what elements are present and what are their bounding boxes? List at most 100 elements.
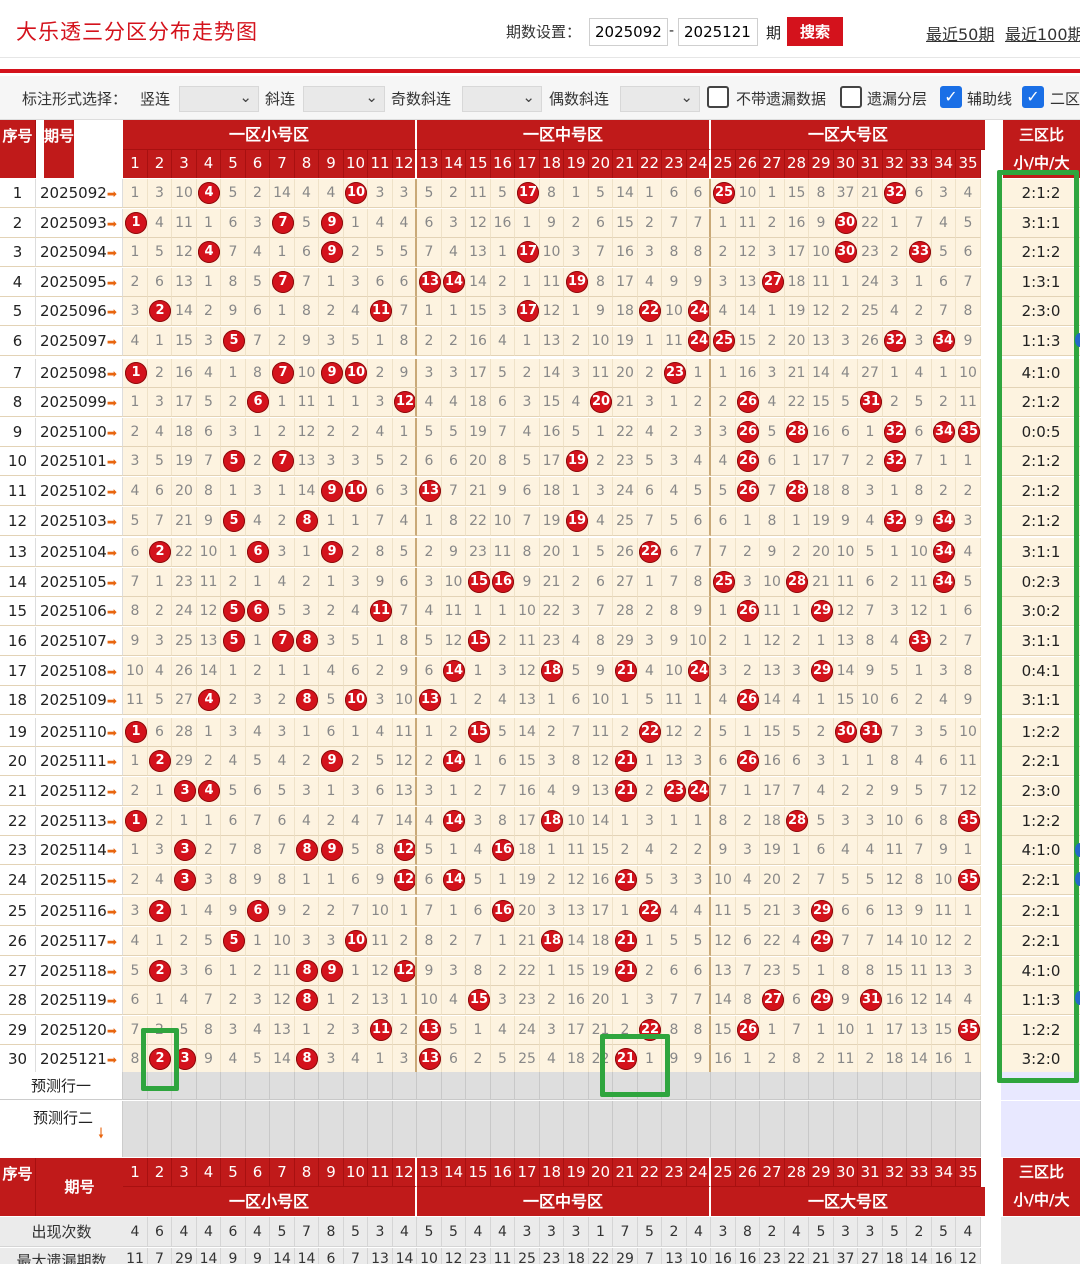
missing-count: 20 — [763, 872, 781, 888]
trend-cell: 6 — [368, 477, 393, 506]
predict-cell[interactable] — [638, 1101, 662, 1157]
predict-cell[interactable] — [711, 1101, 736, 1157]
predict-cell[interactable] — [858, 1072, 883, 1100]
period-number: 2025106 — [40, 602, 107, 620]
predict-cell[interactable] — [858, 1101, 883, 1157]
odd-diagonal-select[interactable]: ⌄ — [462, 86, 542, 112]
trend-cell: 4 — [270, 747, 295, 776]
search-button[interactable]: 搜索 — [787, 17, 843, 46]
aux-line-checkbox[interactable]: ✓ — [940, 86, 962, 108]
predict-cell[interactable] — [736, 1101, 760, 1157]
predict-cell[interactable] — [491, 1072, 515, 1100]
vertical-select[interactable]: ⌄ — [179, 86, 259, 112]
predict-cell[interactable] — [956, 1101, 981, 1157]
predict-cell[interactable] — [197, 1072, 221, 1100]
trend-cell: 2 — [123, 866, 148, 895]
predict-cell[interactable] — [564, 1072, 589, 1100]
predict-cell[interactable] — [760, 1072, 785, 1100]
predict-cell[interactable] — [785, 1101, 809, 1157]
trend-cell: 4 — [834, 359, 858, 388]
no-missing-checkbox[interactable] — [707, 86, 729, 108]
trend-cell: 7 — [760, 477, 785, 506]
predict-cell[interactable] — [466, 1072, 491, 1100]
predict-cell[interactable] — [319, 1072, 344, 1100]
missing-count: 8 — [743, 992, 752, 1008]
predict-cell[interactable] — [564, 1101, 589, 1157]
predict-cell[interactable] — [295, 1101, 319, 1157]
predict-cell[interactable] — [540, 1072, 564, 1100]
predict-cell[interactable] — [540, 1101, 564, 1157]
predict-cell[interactable] — [393, 1072, 417, 1100]
predict-cell[interactable] — [956, 1072, 981, 1100]
period-header: 期号 — [44, 120, 74, 178]
predict-cell[interactable] — [368, 1072, 393, 1100]
trend-cell: 21 — [613, 957, 638, 986]
missing-count: 19 — [175, 453, 193, 469]
trend-cell: 9 — [221, 897, 246, 926]
missing-count: 4 — [890, 633, 899, 649]
predict-cell[interactable] — [809, 1072, 834, 1100]
predict-cell[interactable] — [344, 1101, 368, 1157]
predict-cell[interactable] — [662, 1101, 687, 1157]
trend-cell: 6 — [491, 747, 515, 776]
predict-cell[interactable] — [417, 1101, 442, 1157]
predict-cell[interactable] — [246, 1072, 270, 1100]
predict-cell[interactable] — [172, 1101, 197, 1157]
predict-cell[interactable] — [123, 1101, 148, 1157]
predict-cell[interactable] — [246, 1101, 270, 1157]
predict-cell[interactable] — [221, 1072, 246, 1100]
end-period-input[interactable] — [678, 18, 758, 46]
predict-cell[interactable] — [515, 1101, 540, 1157]
trend-cell: 9 — [319, 477, 344, 506]
recent-50-link[interactable]: 最近50期 — [926, 21, 994, 45]
trend-cell: 10 — [295, 359, 319, 388]
predict-cell[interactable] — [687, 1101, 711, 1157]
start-period-input[interactable] — [589, 18, 668, 46]
trend-cell: 2 — [442, 179, 466, 208]
predict-cell[interactable] — [197, 1101, 221, 1157]
predict-cell[interactable] — [270, 1101, 295, 1157]
predict-cell[interactable] — [417, 1072, 442, 1100]
zone2-checkbox[interactable]: ✓ — [1022, 86, 1044, 108]
predict-cell[interactable] — [760, 1101, 785, 1157]
predict-cell[interactable] — [393, 1101, 417, 1157]
trend-cell: 4 — [197, 686, 221, 715]
predict-cell[interactable] — [491, 1101, 515, 1157]
predict-cell[interactable] — [932, 1101, 956, 1157]
predict-cell[interactable] — [344, 1072, 368, 1100]
missing-count: 4 — [890, 303, 899, 319]
predict-cell[interactable] — [711, 1072, 736, 1100]
predict-cell[interactable] — [148, 1101, 172, 1157]
predict-cell[interactable] — [368, 1101, 393, 1157]
trend-cell: 1 — [270, 297, 295, 326]
trend-cell: 2 — [711, 627, 736, 656]
diagonal-select[interactable]: ⌄ — [303, 86, 385, 112]
predict-cell[interactable] — [785, 1072, 809, 1100]
predict-cell[interactable] — [687, 1072, 711, 1100]
drawn-number-ball: 31 — [860, 721, 882, 743]
sort-toggle[interactable]: 排序 — [78, 134, 110, 160]
trend-cell: 2 — [148, 597, 172, 626]
even-diagonal-select[interactable]: ⌄ — [620, 86, 700, 112]
predict-cell[interactable] — [883, 1072, 907, 1100]
predict-cell[interactable] — [515, 1072, 540, 1100]
predict-cell[interactable] — [295, 1072, 319, 1100]
predict-cell[interactable] — [221, 1101, 246, 1157]
predict-cell[interactable] — [442, 1072, 466, 1100]
predict-cell[interactable] — [442, 1101, 466, 1157]
predict-cell[interactable] — [613, 1101, 638, 1157]
predict-cell[interactable] — [932, 1072, 956, 1100]
predict-cell[interactable] — [319, 1101, 344, 1157]
predict-cell[interactable] — [466, 1101, 491, 1157]
predict-cell[interactable] — [907, 1072, 932, 1100]
predict-cell[interactable] — [809, 1101, 834, 1157]
predict-cell[interactable] — [270, 1072, 295, 1100]
missing-layer-checkbox[interactable] — [840, 86, 862, 108]
predict-cell[interactable] — [907, 1101, 932, 1157]
predict-cell[interactable] — [834, 1072, 858, 1100]
predict-cell[interactable] — [883, 1101, 907, 1157]
predict-cell[interactable] — [589, 1101, 613, 1157]
predict-cell[interactable] — [736, 1072, 760, 1100]
predict-cell[interactable] — [834, 1101, 858, 1157]
recent-100-link[interactable]: 最近100期 — [1005, 21, 1080, 45]
